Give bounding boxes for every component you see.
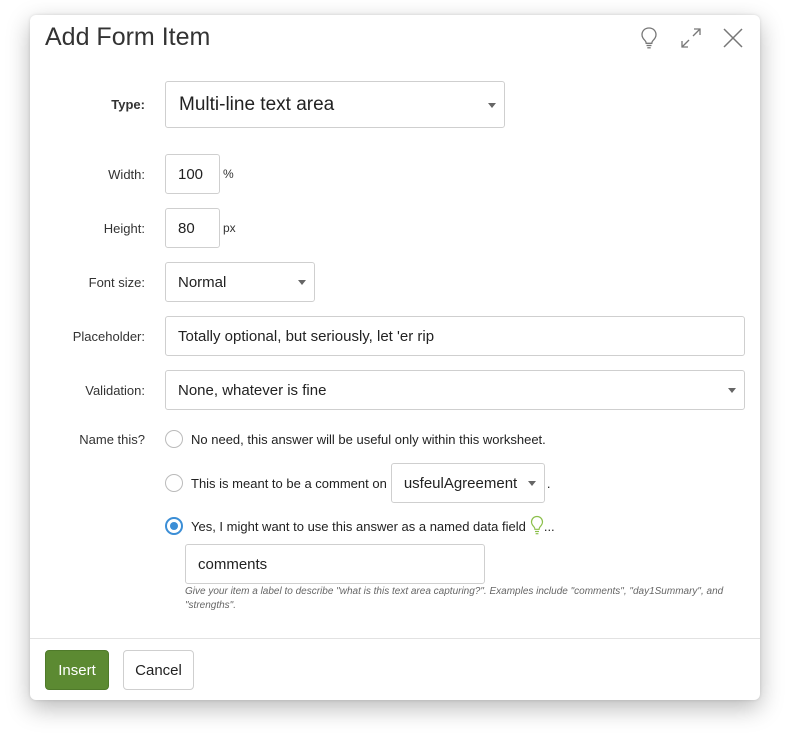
chevron-down-icon — [298, 280, 306, 285]
validation-select-value: None, whatever is fine — [178, 381, 327, 399]
radio-no-name-label: No need, this answer will be useful only… — [191, 431, 546, 447]
chevron-down-icon — [527, 481, 536, 486]
height-unit: px — [223, 221, 236, 235]
radio-comment-label: This is meant to be a comment on — [191, 475, 387, 491]
height-label: Height: — [103, 220, 145, 236]
cancel-button[interactable]: Cancel — [123, 650, 194, 690]
font-size-select-value: Normal — [178, 273, 227, 291]
named-field-input-value: comments — [198, 555, 268, 573]
height-input-value: 80 — [178, 219, 195, 237]
comment-target-select-value: usfeulAgreement — [403, 474, 518, 492]
placeholder-row: Placeholder: Totally optional, but serio… — [30, 316, 760, 356]
comment-target-select[interactable]: usfeulAgreement — [390, 463, 545, 503]
named-field-input[interactable]: comments — [185, 544, 485, 584]
type-row: Type: Multi-line text area — [30, 81, 760, 128]
chevron-down-icon — [728, 388, 736, 393]
placeholder-input-value: Totally optional, but seriously, let 'er… — [178, 327, 435, 345]
comment-option-row: This is meant to be a comment on usfeulA… — [30, 463, 760, 503]
validation-row: Validation: None, whatever is fine — [30, 370, 760, 410]
width-unit: % — [223, 167, 234, 181]
height-input[interactable]: 80 — [165, 208, 220, 248]
expand-icon[interactable] — [674, 25, 708, 51]
radio-named-field-label: Yes, I might want to use this answer as … — [191, 518, 526, 534]
placeholder-label: Placeholder: — [72, 328, 145, 344]
radio-no-name[interactable] — [165, 430, 183, 448]
named-field-help-text: Give your item a label to describe "what… — [185, 586, 724, 611]
type-select-value: Multi-line text area — [179, 93, 335, 115]
placeholder-input[interactable]: Totally optional, but seriously, let 'er… — [165, 316, 745, 356]
footer-divider — [30, 638, 760, 639]
radio-named-field[interactable] — [165, 517, 183, 535]
type-label: Type: — [111, 97, 145, 112]
height-row: Height: 80 px — [30, 208, 760, 248]
insert-button[interactable]: Insert — [45, 650, 109, 690]
name-this-label: Name this? — [79, 431, 145, 447]
close-icon[interactable] — [716, 25, 750, 51]
dialog-title: Add Form Item — [45, 23, 211, 51]
font-size-row: Font size: Normal — [30, 262, 760, 302]
add-form-item-dialog: Add Form Item Type: Multi-line text area… — [30, 15, 760, 700]
width-input-value: 100 — [178, 165, 204, 183]
named-field-option-row: Yes, I might want to use this answer as … — [30, 515, 760, 537]
font-size-label: Font size: — [88, 274, 145, 290]
type-select[interactable]: Multi-line text area — [165, 81, 505, 128]
validation-label: Validation: — [85, 382, 145, 398]
validation-select[interactable]: None, whatever is fine — [165, 370, 745, 410]
name-this-row: Name this? No need, this answer will be … — [30, 428, 760, 450]
font-size-select[interactable]: Normal — [165, 262, 315, 302]
lightbulb-icon[interactable] — [632, 25, 666, 51]
width-row: Width: 100 % — [30, 154, 760, 194]
width-input[interactable]: 100 — [165, 154, 220, 194]
radio-comment[interactable] — [165, 474, 183, 492]
comment-option-period: . — [546, 475, 551, 491]
hint-lightbulb-icon[interactable] — [530, 515, 544, 537]
width-label: Width: — [108, 166, 145, 182]
chevron-down-icon — [488, 102, 496, 108]
dialog-header-icons — [632, 25, 750, 51]
named-field-ellipsis: ... — [543, 518, 555, 534]
